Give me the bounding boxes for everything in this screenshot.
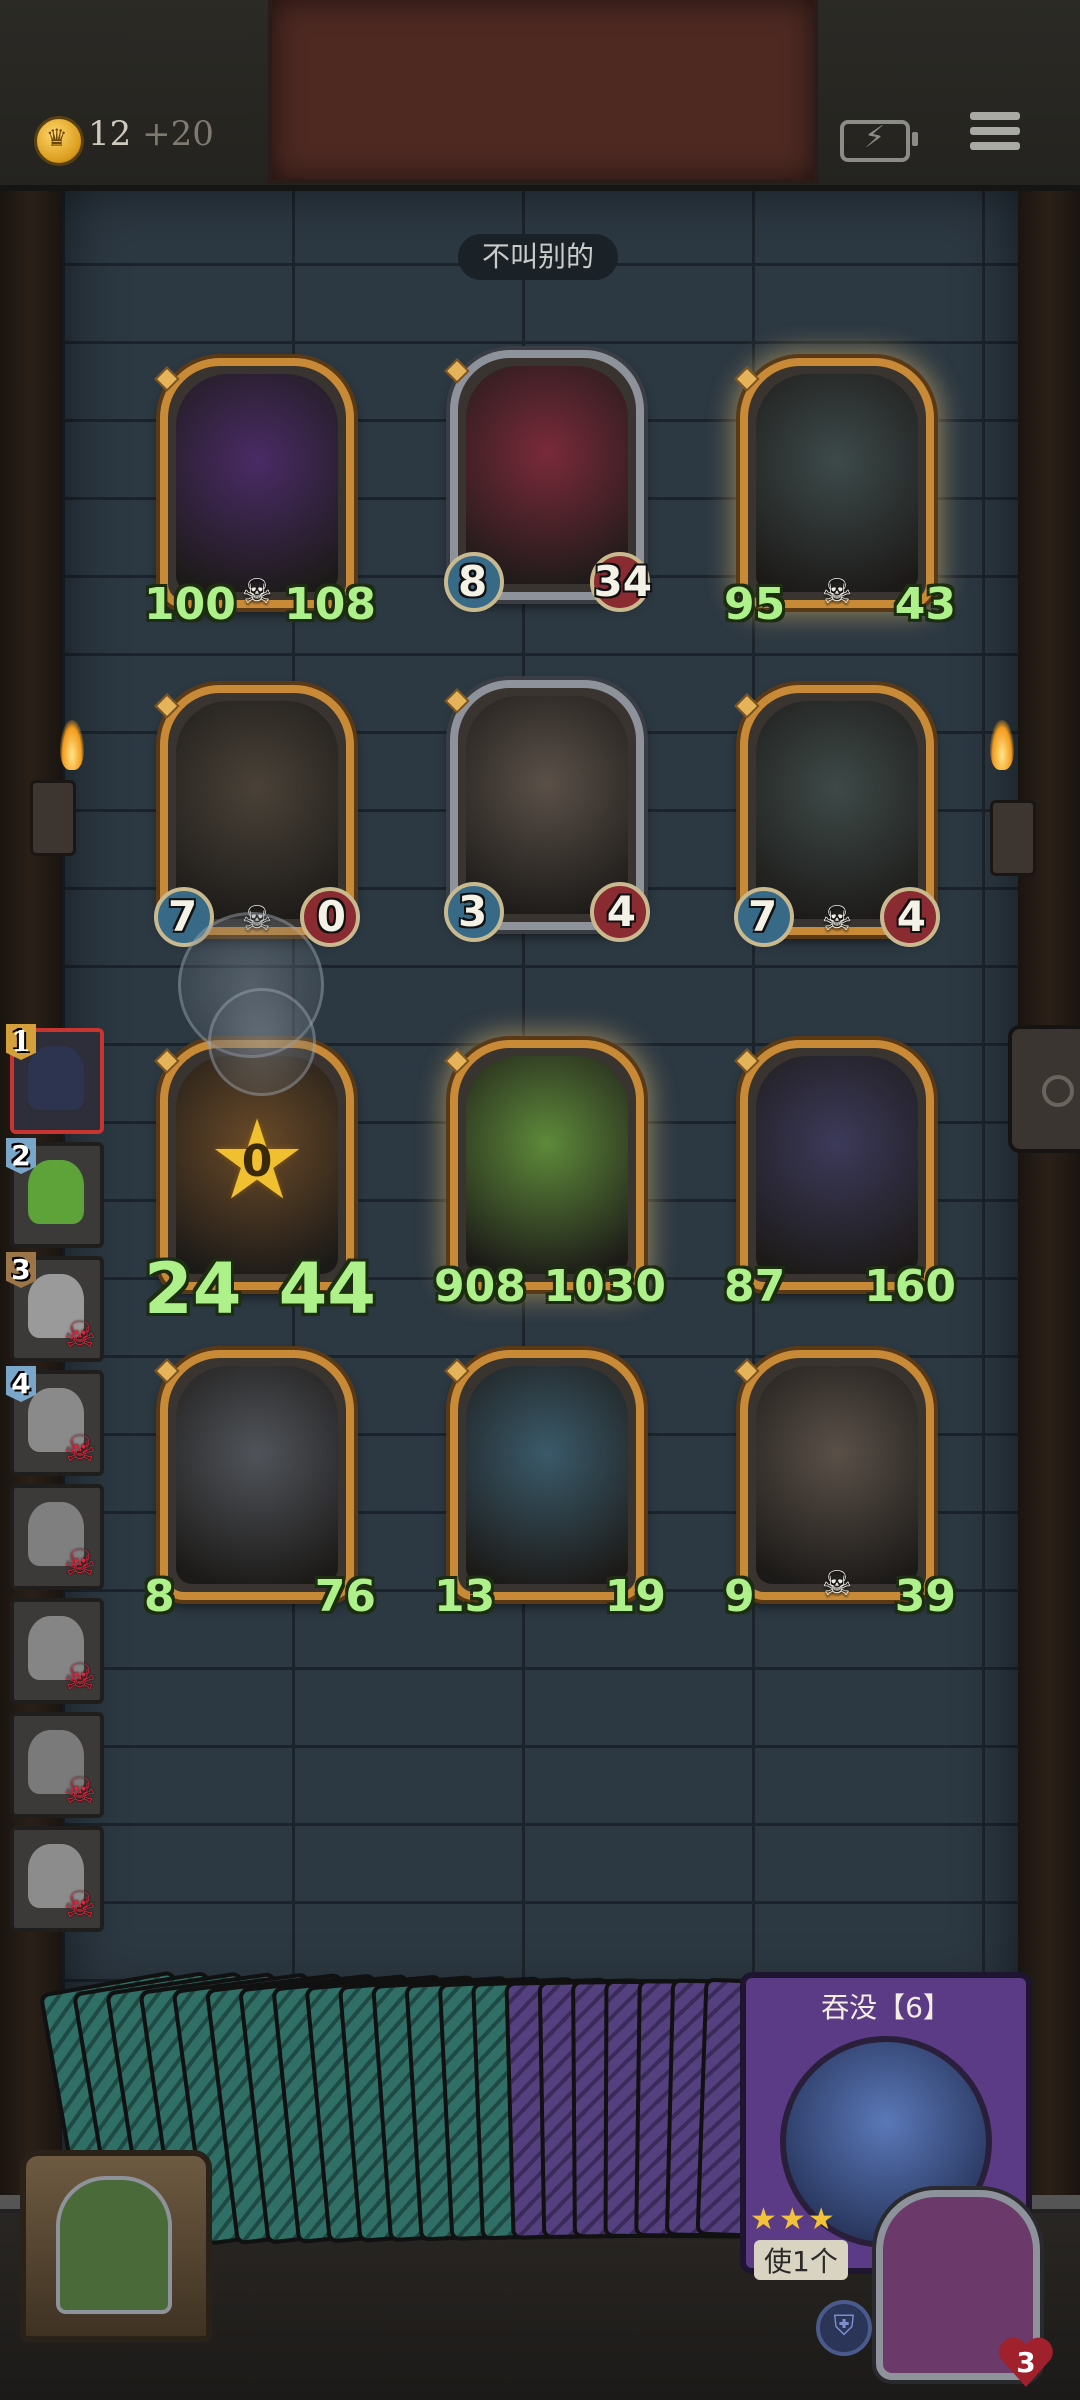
opponent-slot[interactable]: ☠ — [10, 1712, 104, 1818]
star-counter-value: 0 — [241, 1136, 273, 1187]
phase-label: 不叫别的 — [458, 234, 618, 280]
opponent-rank: 4 — [6, 1366, 36, 1402]
bat-demon-card[interactable]: ☠ 9 39 — [724, 1350, 956, 1622]
clown-card[interactable]: 8 34 — [444, 350, 652, 612]
attack-value: 87 — [724, 1261, 786, 1312]
featured-card-name: 吞没【6】 — [821, 1991, 951, 2024]
attack-value: 13 — [434, 1571, 496, 1622]
left-sconce — [30, 780, 76, 856]
attack-value: 908 — [434, 1261, 526, 1312]
health-value: 4 — [606, 887, 636, 936]
featured-desc: 使1个 — [754, 2240, 848, 2280]
health-value: 1030 — [543, 1261, 666, 1312]
skull-icon: ☠ — [821, 572, 853, 612]
eliminated-skull-icon: ☠ — [63, 1543, 96, 1584]
health-value: 34 — [593, 557, 652, 606]
skull-icon: ☠ — [241, 572, 273, 612]
treasure-chest[interactable] — [20, 2150, 212, 2342]
card-art — [756, 701, 918, 919]
eliminated-skull-icon: ☠ — [63, 1885, 96, 1926]
grey-dragon-card[interactable]: 8 76 — [144, 1350, 376, 1622]
blue-dragon-card[interactable]: 13 19 — [434, 1350, 666, 1622]
skull-icon: ☠ — [821, 1564, 853, 1604]
card-art — [466, 696, 628, 914]
door-handle — [1008, 1025, 1080, 1153]
skull-icon: ☠ — [821, 899, 853, 939]
gold-counter: 12 +20 — [88, 114, 214, 154]
opponent-slot[interactable]: 2 — [6, 1138, 104, 1248]
card-art — [756, 1366, 918, 1584]
health-value: 43 — [894, 579, 956, 630]
right-torch-icon — [990, 720, 1014, 770]
health-value: 76 — [314, 1571, 376, 1622]
opponent-avatar — [28, 1160, 84, 1224]
attack-value: 7 — [168, 892, 198, 941]
health-value: 0 — [316, 892, 346, 941]
opponent-slot[interactable]: ☠ — [10, 1598, 104, 1704]
gargoyle-bat-card[interactable]: 34 — [444, 680, 650, 942]
opponent-slot[interactable]: ☠ — [10, 1484, 104, 1590]
eliminated-skull-icon: ☠ — [63, 1429, 96, 1470]
health-value: 160 — [864, 1261, 956, 1312]
shield-icon[interactable]: ⛨ — [816, 2300, 872, 2356]
top-bar: 12 +20 ⚡ — [0, 0, 1080, 191]
ghost-cauldron-card[interactable]: ☠ 95 43 — [724, 358, 956, 630]
opponent-rank: 3 — [6, 1252, 36, 1288]
player-hero[interactable]: 3 — [876, 2190, 1040, 2380]
opponent-rank: 2 — [6, 1138, 36, 1174]
health-value: 44 — [278, 1248, 376, 1330]
attack-value: 95 — [724, 579, 786, 630]
right-sconce — [990, 800, 1036, 876]
opponent-slot[interactable]: 3 ☠ — [6, 1252, 104, 1362]
featured-stars: ★★★ — [750, 2202, 837, 2237]
opponent-slot[interactable]: 1 — [6, 1024, 104, 1134]
eliminated-skull-icon: ☠ — [63, 1657, 96, 1698]
gold-bonus: +20 — [142, 114, 214, 154]
attack-value: 100 — [144, 579, 236, 630]
battery-icon[interactable]: ⚡ — [840, 120, 918, 162]
card-art — [176, 374, 338, 592]
bell-tower-card[interactable]: ☠ 7 4 — [734, 685, 940, 947]
gold-coin-icon — [34, 116, 84, 166]
dark-lich-card[interactable]: ☠ 100 108 — [144, 358, 376, 630]
card-art — [176, 1366, 338, 1584]
eliminated-skull-icon: ☠ — [63, 1771, 96, 1812]
goblin-chest-portrait — [56, 2176, 172, 2314]
drill-golem-card[interactable]: ☠70 — [154, 685, 360, 947]
gold-amount: 12 — [88, 114, 132, 154]
attack-value: 9 — [724, 1571, 755, 1622]
ghost-orb-inner — [208, 988, 316, 1096]
opponent-slot[interactable]: 4 ☠ — [6, 1366, 104, 1476]
health-value: 108 — [284, 579, 376, 630]
card-art — [756, 1056, 918, 1274]
leaf-kid-card[interactable]: 908 1030 — [434, 1040, 666, 1312]
card-art — [176, 701, 338, 919]
card-art — [466, 1056, 628, 1274]
attack-value: 24 — [144, 1248, 242, 1330]
attack-value: 8 — [144, 1571, 175, 1622]
health-value: 19 — [604, 1571, 666, 1622]
opponent-banner — [268, 0, 818, 184]
card-art — [466, 1366, 628, 1584]
dark-elf-card[interactable]: 87 160 — [724, 1040, 956, 1312]
attack-value: 7 — [748, 892, 778, 941]
eliminated-skull-icon: ☠ — [63, 1315, 96, 1356]
attack-value: 8 — [458, 557, 488, 606]
opponent-slot[interactable]: ☠ — [10, 1826, 104, 1932]
opponent-avatar — [28, 1046, 84, 1110]
health-value: 4 — [896, 892, 926, 941]
opponent-rank: 1 — [6, 1024, 36, 1060]
card-art — [466, 366, 628, 584]
card-art — [756, 374, 918, 592]
left-torch-icon — [60, 720, 84, 770]
menu-icon[interactable] — [970, 112, 1020, 158]
attack-value: 3 — [458, 887, 488, 936]
health-value: 39 — [894, 1571, 956, 1622]
star-counter-icon: ★ 0 — [207, 1096, 307, 1224]
